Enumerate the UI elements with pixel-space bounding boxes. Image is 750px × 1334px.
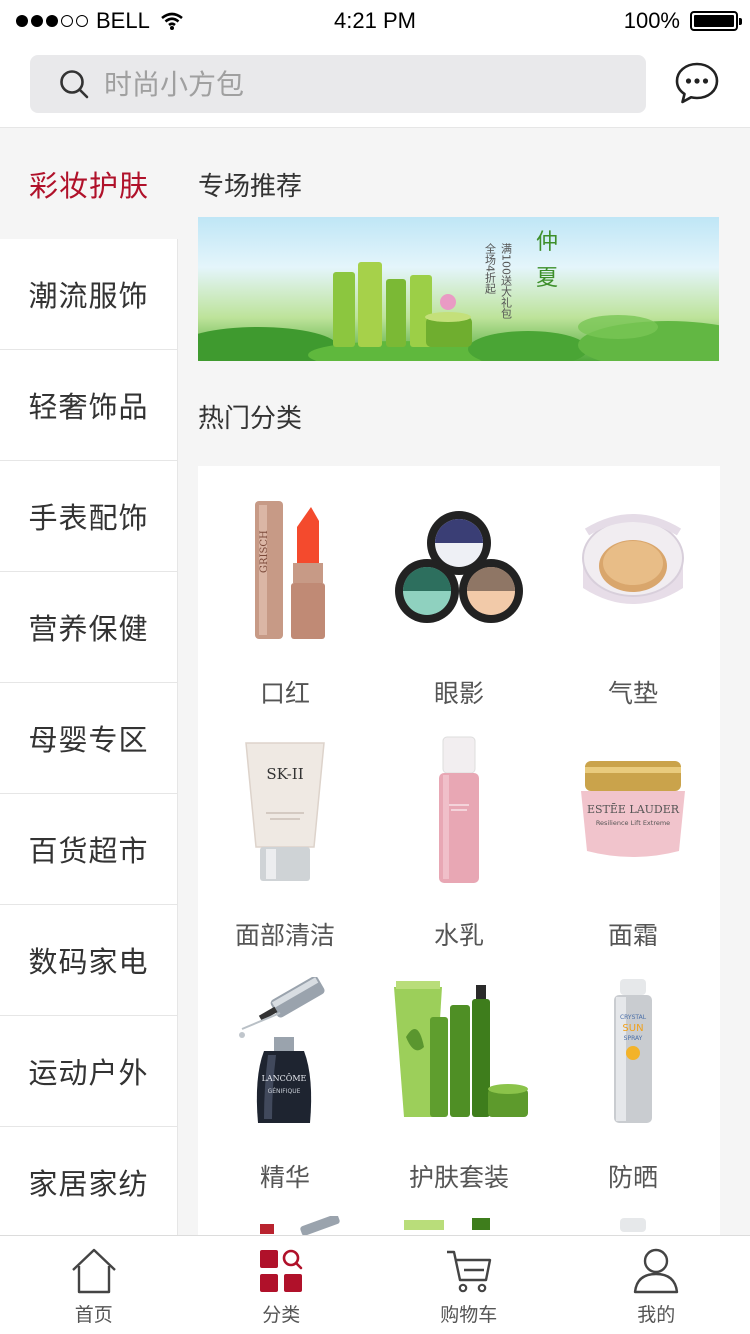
category-cream[interactable]: ESTĒE LAUDER Resilience Lift Extreme 面霜: [546, 730, 720, 952]
category-partial[interactable]: [372, 1216, 546, 1235]
sidebar-item-makeup-skincare[interactable]: 彩妆护肤: [0, 128, 178, 239]
home-icon: [71, 1248, 116, 1294]
cushion-icon: [582, 514, 684, 604]
tab-profile[interactable]: 我的: [563, 1236, 750, 1334]
svg-text:SPRAY: SPRAY: [624, 1035, 643, 1042]
header: [0, 40, 750, 128]
battery-status: 100%: [623, 8, 742, 34]
hot-categories-title: 热门分类: [198, 404, 303, 434]
banner-title: 仲: [536, 230, 558, 255]
category-sunscreen[interactable]: CRYSTAL SUN SPRAY 防晒: [546, 972, 720, 1194]
svg-text:GRISCH: GRISCH: [259, 530, 270, 573]
category-partial[interactable]: [198, 1216, 372, 1235]
eyeshadow-icon: [395, 511, 523, 623]
cleanser-icon: SK-II: [245, 742, 325, 881]
search-bar[interactable]: [30, 55, 646, 113]
partial-product-icon: [620, 1218, 646, 1232]
category-cushion[interactable]: 气垫: [546, 488, 720, 710]
svg-text:夏: 夏: [536, 266, 558, 291]
sidebar-item-accessories[interactable]: 轻奢饰品: [0, 350, 178, 461]
sidebar-item-digital[interactable]: 数码家电: [0, 905, 178, 1016]
sidebar-item-outdoor[interactable]: 运动户外: [0, 1016, 178, 1127]
sidebar-item-health[interactable]: 营养保健: [0, 572, 178, 683]
tab-cart[interactable]: 购物车: [375, 1236, 563, 1334]
sidebar-item-supermarket[interactable]: 百货超市: [0, 794, 178, 905]
category-partial[interactable]: [546, 1216, 720, 1235]
svg-text:ESTĒE LAUDER: ESTĒE LAUDER: [587, 803, 680, 816]
profile-icon: [634, 1248, 679, 1294]
svg-text:满100送大礼包: 满100送大礼包: [500, 243, 513, 319]
svg-text:Resilience Lift Extreme: Resilience Lift Extreme: [596, 819, 670, 827]
category-cleanser[interactable]: SK-II 面部清洁: [198, 730, 372, 952]
sidebar-item-fashion[interactable]: 潮流服饰: [0, 239, 178, 350]
category-lipstick[interactable]: GRISCH 口红: [198, 488, 372, 710]
search-icon: [60, 70, 89, 99]
category-serum[interactable]: LANCÔME GÉNIFIQUE 精华: [198, 972, 372, 1194]
lipstick-icon: GRISCH: [255, 501, 325, 639]
featured-title: 专场推荐: [198, 172, 303, 202]
partial-product-icon: [404, 1218, 490, 1230]
sunscreen-icon: CRYSTAL SUN SPRAY: [614, 979, 652, 1123]
toner-icon: [439, 736, 479, 883]
search-input[interactable]: [104, 67, 584, 101]
svg-text:LANCÔME: LANCÔME: [262, 1074, 307, 1083]
svg-text:GÉNIFIQUE: GÉNIFIQUE: [268, 1087, 301, 1095]
svg-text:CRYSTAL: CRYSTAL: [620, 1014, 647, 1021]
sidebar-item-home-textile[interactable]: 家居家纺: [0, 1127, 178, 1235]
message-icon[interactable]: [674, 60, 720, 106]
tab-home[interactable]: 首页: [0, 1236, 188, 1334]
category-sidebar: 彩妆护肤 潮流服饰 轻奢饰品 手表配饰 营养保健 母婴专区 百货超市 数码家电 …: [0, 128, 178, 1235]
sidebar-item-mother-baby[interactable]: 母婴专区: [0, 683, 178, 794]
battery-percent: 100%: [623, 8, 680, 33]
tab-category[interactable]: 分类: [188, 1236, 376, 1334]
banner-image: 仲 夏 满100送大礼包 全场4折起: [198, 230, 719, 361]
sidebar-item-watches[interactable]: 手表配饰: [0, 461, 178, 572]
main-content: 专场推荐 仲 夏 满100送大礼包 全场4折起 热门分类 GRISCH 口红 眼…: [178, 128, 750, 1235]
cart-icon: [446, 1250, 491, 1293]
status-bar: BELL 4:21 PM 100%: [0, 0, 750, 40]
category-toner[interactable]: 水乳: [372, 730, 546, 952]
hot-categories-grid: GRISCH 口红 眼影 气垫 SK-II 面部清洁 水乳 ESTĒE LAUD…: [198, 466, 720, 1235]
partial-product-icon: [260, 1216, 340, 1235]
battery-icon: [690, 11, 742, 31]
bottom-tab-bar: 首页 分类 购物车 我的: [0, 1235, 750, 1334]
svg-text:SUN: SUN: [622, 1023, 643, 1034]
promo-banner[interactable]: 仲 夏 满100送大礼包 全场4折起: [198, 217, 719, 361]
svg-text:SK-II: SK-II: [266, 765, 303, 783]
skincare-set-icon: [394, 981, 528, 1117]
category-eyeshadow[interactable]: 眼影: [372, 488, 546, 710]
svg-text:全场4折起: 全场4折起: [484, 242, 497, 295]
cream-icon: ESTĒE LAUDER Resilience Lift Extreme: [581, 761, 685, 857]
serum-icon: LANCÔME GÉNIFIQUE: [239, 977, 325, 1123]
category-skincare-set[interactable]: 护肤套装: [372, 972, 546, 1194]
category-icon: [260, 1249, 303, 1292]
